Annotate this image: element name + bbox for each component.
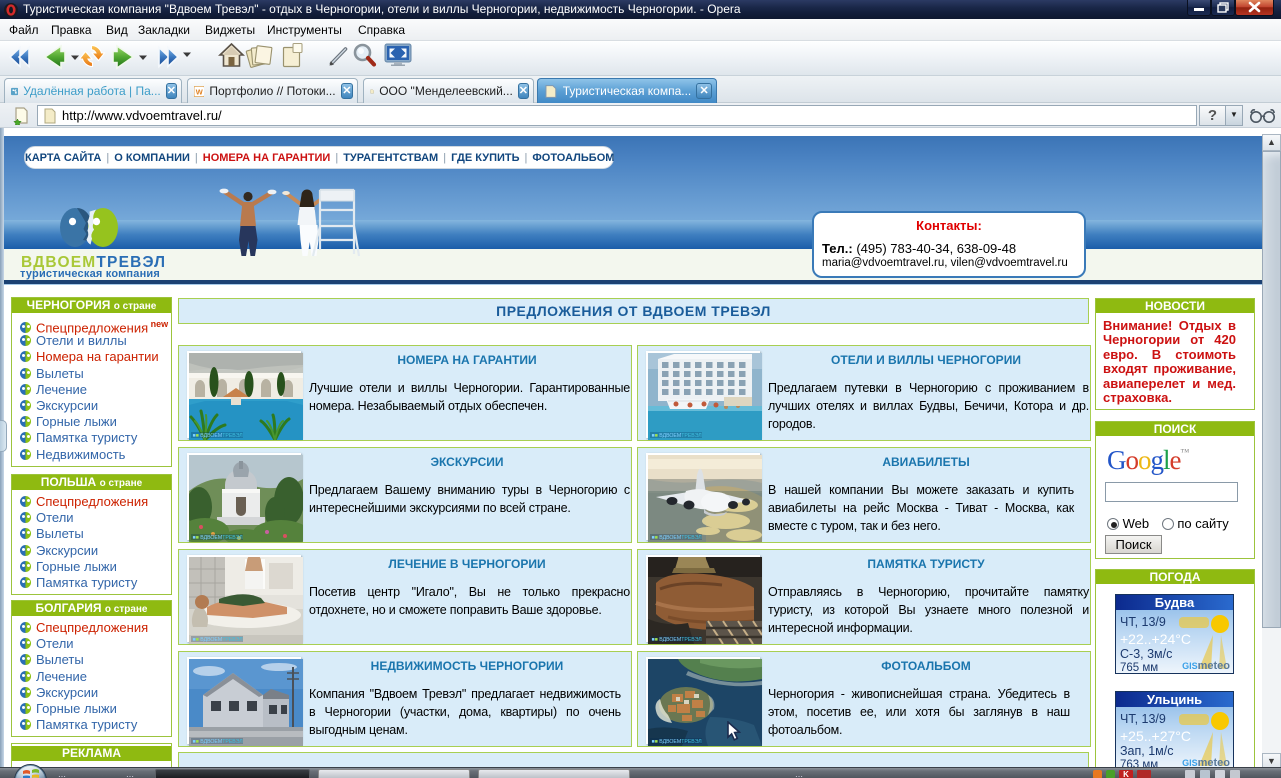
svg-text:W: W [196,87,203,96]
svg-text:■■ ВДВОЕМТРЕВЭЛ: ■■ ВДВОЕМТРЕВЭЛ [652,433,702,439]
svg-text:■■ ВДВОЕМТРЕВЭЛ: ■■ ВДВОЕМТРЕВЭЛ [193,637,243,643]
svg-text:■■ ВДВОЕМТРЕВЭЛ: ■■ ВДВОЕМТРЕВЭЛ [652,535,702,541]
svg-text:■■ ВДВОЕМТРЕВЭЛ: ■■ ВДВОЕМТРЕВЭЛ [193,433,243,439]
svg-text:■■ ВДВОЕМТРЕВЭЛ: ■■ ВДВОЕМТРЕВЭЛ [193,535,243,541]
svg-text:■■ ВДВОЕМТРЕВЭЛ: ■■ ВДВОЕМТРЕВЭЛ [193,739,243,745]
svg-text:■■ ВДВОЕМТРЕВЭЛ: ■■ ВДВОЕМТРЕВЭЛ [652,739,702,745]
svg-text:■■ ВДВОЕМТРЕВЭЛ: ■■ ВДВОЕМТРЕВЭЛ [652,637,702,643]
